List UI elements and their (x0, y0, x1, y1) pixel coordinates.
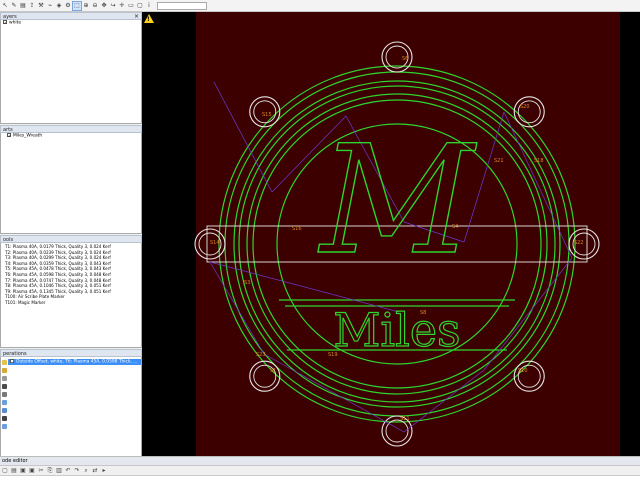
point-label: S8 (420, 310, 426, 316)
left-dock: ayers × white arts Miles_Wreath ools T1:… (0, 12, 142, 464)
drawing-canvas[interactable]: M Miles S6 S20 S15 S22 S14 S16 S4 S3 S8 S23 S1 S10 S… (154, 12, 640, 456)
gear-icon[interactable]: ⚙ (64, 2, 72, 10)
code-editor-toolbar: ▢ ▤ ▣ ▣ ✂ ⎘ ▥ ↶ ↷ ⌕ ⇄ ▸ (0, 466, 640, 475)
operation-item[interactable]: Outside Offset, white, T6: Plasma 45A, 0… (8, 359, 141, 365)
save-icon[interactable]: ▣ (20, 467, 26, 474)
export-icon[interactable]: ⇪ (28, 2, 36, 10)
layers-icon[interactable]: ◈ (55, 2, 63, 10)
tools-list: T1: Plasma 40A, 0.0179 Thick, Quality 3,… (0, 243, 142, 348)
tools-title-text: ools (3, 237, 14, 243)
operation-icon[interactable] (2, 368, 7, 373)
save-all-icon[interactable]: ▣ (29, 467, 35, 474)
point-label: S1 (270, 368, 276, 374)
layer-label: white (9, 20, 22, 26)
operations-list: Outside Offset, white, T6: Plasma 45A, 0… (0, 357, 142, 464)
operation-icon[interactable] (2, 416, 7, 421)
point-label: S20 (520, 104, 530, 110)
point-label: S21 (494, 158, 504, 164)
logo-word[interactable]: Miles (333, 302, 462, 357)
rect-icon[interactable]: ▭ (127, 2, 135, 10)
tool-item[interactable]: T101: Magic Marker (5, 300, 141, 306)
point-label: S23 (256, 352, 266, 358)
node-edit-icon[interactable]: ✎ (10, 2, 18, 10)
redo-icon[interactable]: ↷ (74, 467, 80, 474)
play-icon[interactable]: ▸ (101, 467, 107, 474)
pan-icon[interactable]: ✥ (100, 2, 108, 10)
parts-panel-title: arts (0, 125, 142, 133)
undo-icon[interactable]: ↶ (65, 467, 71, 474)
select-icon[interactable]: ↖ (1, 2, 9, 10)
tools-panel-title: ools (0, 235, 142, 243)
close-icon[interactable]: × (134, 13, 139, 21)
operation-label: Outside Offset, white, T6: Plasma 45A, 0… (16, 359, 138, 365)
measure-icon[interactable]: ⌁ (46, 2, 54, 10)
tool-icon[interactable]: ⚒ (37, 2, 45, 10)
point-label: S6 (402, 56, 408, 62)
info-icon[interactable]: ⅰ (145, 2, 153, 10)
point-label: S10 (518, 368, 528, 374)
point-label: S22 (574, 240, 584, 246)
open-icon[interactable]: ▤ (11, 467, 17, 474)
canvas-svg[interactable]: M Miles S6 S20 S15 S22 S14 S16 S4 S3 S8 S23 S1 S10 S… (154, 12, 640, 456)
operation-icon[interactable] (2, 424, 7, 429)
pointer-icon[interactable]: ⬚ (72, 0, 82, 11)
lead-icon[interactable]: ↪ (109, 2, 117, 10)
point-label: S3 (244, 280, 250, 286)
tools-panel: ools T1: Plasma 40A, 0.0179 Thick, Quali… (0, 235, 142, 348)
replace-icon[interactable]: ⇄ (92, 467, 98, 474)
parts-list: Miles_Wreath (0, 133, 142, 234)
point-label: S19 (328, 352, 338, 358)
checkbox-icon[interactable] (7, 133, 11, 137)
part-item[interactable]: Miles_Wreath (1, 133, 141, 139)
operation-icon[interactable] (2, 408, 7, 413)
operation-icon[interactable] (2, 376, 7, 381)
paste-icon[interactable]: ▥ (56, 467, 62, 474)
find-icon[interactable]: ⌕ (83, 467, 89, 475)
point-label: S4 (452, 224, 458, 230)
vertical-ruler (142, 12, 154, 456)
new-file-icon[interactable]: ▢ (2, 467, 8, 474)
operation-icon[interactable] (2, 384, 7, 389)
crosshair-icon[interactable]: ✛ (118, 2, 126, 10)
layers-list: white (0, 20, 142, 124)
operation-icon[interactable] (2, 400, 7, 405)
zoom-out-icon[interactable]: ⊖ (91, 2, 99, 10)
folder-icon[interactable]: ▤ (19, 2, 27, 10)
warning-exclamation: ! (147, 16, 150, 23)
point-label: S16 (292, 226, 302, 232)
zoom-in-icon[interactable]: ⊕ (82, 2, 90, 10)
operations-panel-title: perations (0, 349, 142, 357)
operation-icon[interactable] (2, 360, 7, 365)
code-editor-panel: ode editor ▢ ▤ ▣ ▣ ✂ ⎘ ▥ ↶ ↷ ⌕ ⇄ ▸ (0, 456, 640, 487)
layer-item[interactable]: white (1, 20, 141, 26)
point-label: S11 (400, 416, 410, 422)
point-label: S18 (534, 158, 544, 164)
frame-icon[interactable]: ▢ (136, 2, 144, 10)
main-toolbar: ↖ ✎ ▤ ⇪ ⚒ ⌁ ◈ ⚙ ⬚ ⊕ ⊖ ✥ ↪ ✛ ▭ ▢ ⅰ (0, 0, 640, 12)
parts-panel: arts Miles_Wreath (0, 125, 142, 234)
checkbox-icon[interactable] (10, 359, 14, 363)
point-label: S15 (262, 112, 272, 118)
part-label: Miles_Wreath (13, 133, 43, 139)
code-editor-title: ode editor (0, 457, 640, 466)
copy-icon[interactable]: ⎘ (47, 467, 53, 475)
layers-panel-title: ayers × (0, 12, 142, 20)
logo-monogram[interactable]: M (317, 113, 478, 288)
layers-panel: ayers × white (0, 12, 142, 124)
point-label: S14 (210, 240, 220, 246)
toolbar-field[interactable] (157, 1, 207, 10)
operation-icon[interactable] (2, 392, 7, 397)
cut-icon[interactable]: ✂ (38, 467, 44, 474)
layers-title-text: ayers (3, 14, 17, 20)
operations-panel: perations Outside Offset, white, T6: Pla… (0, 349, 142, 464)
code-editor-text[interactable] (0, 475, 640, 487)
operation-side-tools (1, 357, 7, 429)
